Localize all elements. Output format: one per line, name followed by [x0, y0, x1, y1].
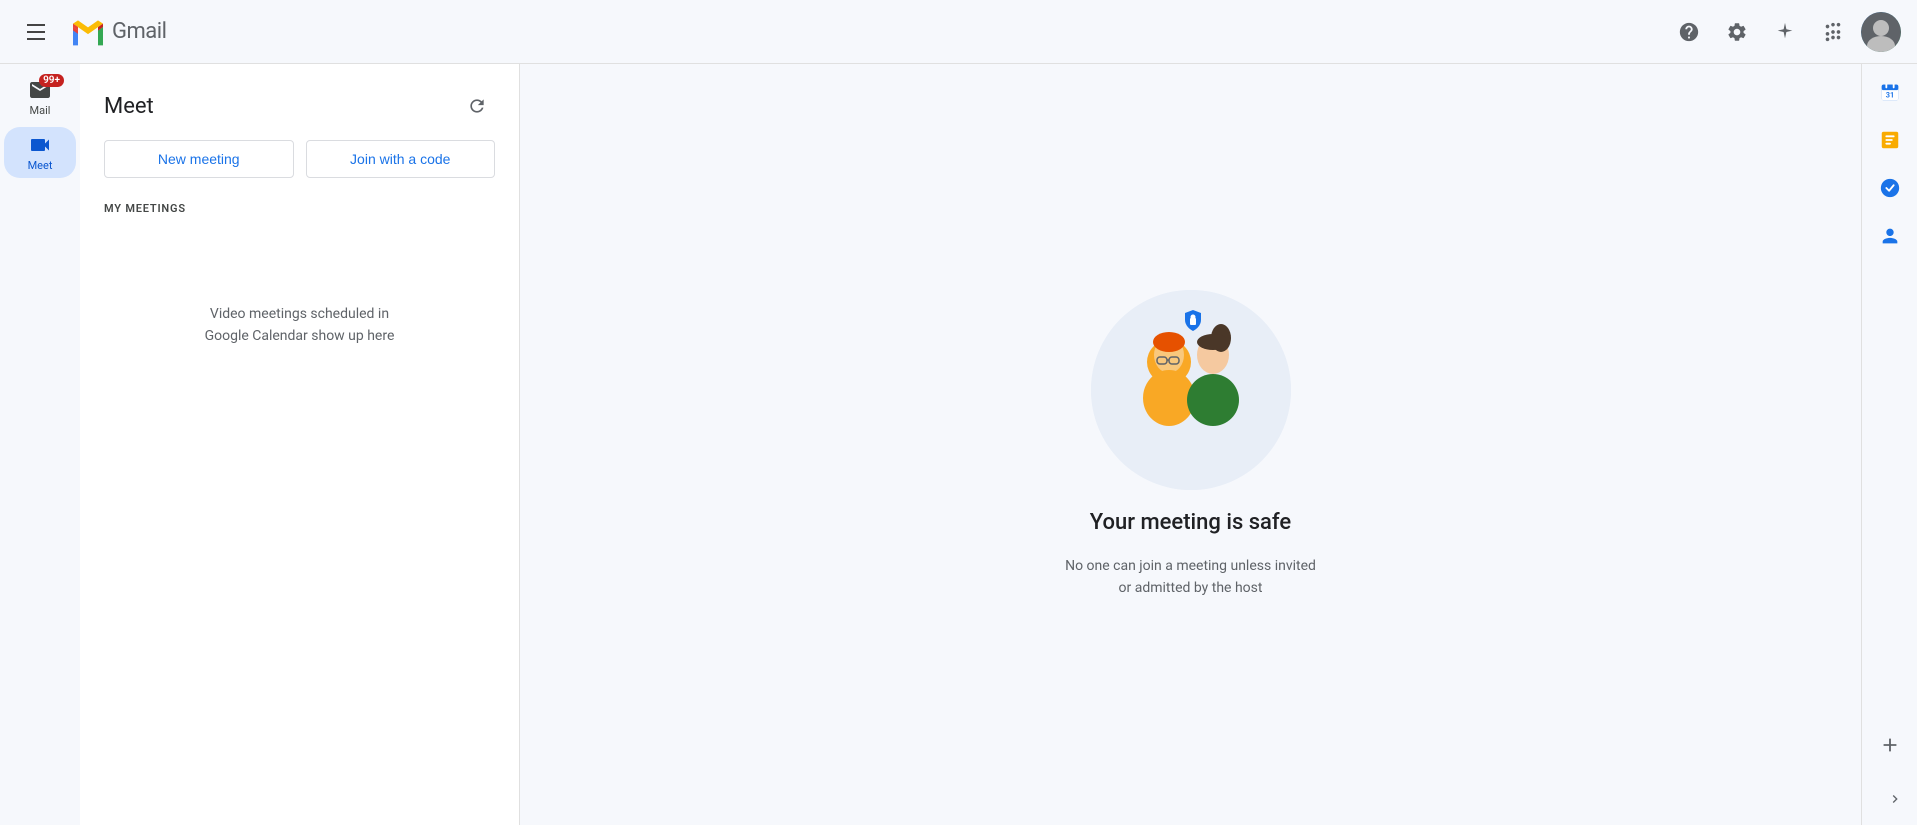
main-content: Your meeting is safe No one can join a m…: [520, 64, 1861, 825]
video-icon: [28, 133, 52, 157]
contacts-icon: [1879, 225, 1901, 247]
sidebar-mail-label: Mail: [30, 104, 51, 117]
sidebar-meet-label: Meet: [28, 159, 53, 172]
calendar-button[interactable]: 31: [1870, 72, 1910, 112]
sparkle-button[interactable]: [1765, 12, 1805, 52]
safe-card: Your meeting is safe No one can join a m…: [1065, 290, 1316, 600]
new-meeting-button[interactable]: New meeting: [104, 140, 294, 178]
user-avatar[interactable]: [1861, 12, 1901, 52]
sparkle-icon: [1774, 21, 1796, 43]
gmail-logo: Gmail: [68, 12, 166, 52]
meet-icon-wrap: [20, 133, 60, 157]
tasks-button[interactable]: [1870, 168, 1910, 208]
my-meetings-label: MY MEETINGS: [80, 194, 519, 223]
keep-icon: [1879, 129, 1901, 151]
chevron-right-icon: [1887, 791, 1903, 807]
meet-panel-header: Meet: [80, 64, 519, 140]
settings-icon: [1726, 21, 1748, 43]
keep-button[interactable]: [1870, 120, 1910, 160]
tasks-icon: [1879, 177, 1901, 199]
mail-icon-wrap: 99+: [20, 78, 60, 102]
hamburger-menu[interactable]: [16, 12, 56, 52]
grid-icon: [1822, 21, 1844, 43]
meet-panel: Meet New meeting Join with a code MY MEE…: [80, 64, 520, 825]
help-button[interactable]: [1669, 12, 1709, 52]
meet-action-buttons: New meeting Join with a code: [80, 140, 519, 194]
refresh-icon: [467, 96, 487, 116]
main-layout: 99+ Mail Meet Meet New meeting Join with…: [0, 64, 1917, 825]
meet-panel-title: Meet: [104, 94, 154, 119]
svg-text:31: 31: [1885, 91, 1893, 100]
safe-heading: Your meeting is safe: [1090, 510, 1291, 535]
refresh-button[interactable]: [459, 88, 495, 124]
meetings-empty-message: Video meetings scheduled inGoogle Calend…: [80, 223, 519, 372]
app-name-label: Gmail: [112, 19, 166, 44]
meetings-empty-text: Video meetings scheduled inGoogle Calend…: [205, 306, 395, 344]
add-sidebar-app-button[interactable]: [1870, 725, 1910, 765]
icon-sidebar: 99+ Mail Meet: [0, 64, 80, 825]
right-panel: 31: [1861, 64, 1917, 825]
apps-button[interactable]: [1813, 12, 1853, 52]
sidebar-item-mail[interactable]: 99+ Mail: [4, 72, 76, 123]
settings-button[interactable]: [1717, 12, 1757, 52]
plus-icon: [1879, 734, 1901, 756]
calendar-icon: 31: [1879, 81, 1901, 103]
join-with-code-button[interactable]: Join with a code: [306, 140, 496, 178]
meeting-illustration: [1091, 290, 1291, 490]
header-right: [1669, 12, 1901, 52]
expand-panel-button[interactable]: [1881, 785, 1909, 813]
gmail-m-icon: [68, 12, 108, 52]
safe-description: No one can join a meeting unless invited…: [1065, 555, 1316, 600]
contacts-button[interactable]: [1870, 216, 1910, 256]
avatar-image: [1861, 12, 1901, 52]
mail-badge: 99+: [39, 74, 64, 87]
safe-illustration: [1091, 290, 1291, 490]
help-icon: [1678, 21, 1700, 43]
app-header: Gmail: [0, 0, 1917, 64]
sidebar-item-meet[interactable]: Meet: [4, 127, 76, 178]
header-left: Gmail: [16, 12, 1669, 52]
